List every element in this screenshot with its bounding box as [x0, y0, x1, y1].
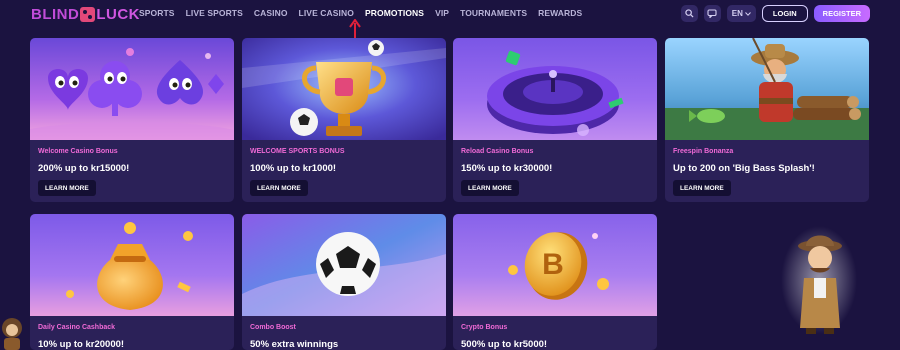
nav-sports[interactable]: SPORTS — [139, 8, 175, 18]
language-label: EN — [731, 9, 743, 18]
promo-category: Combo Boost — [250, 324, 296, 331]
promo-category: Welcome Casino Bonus — [38, 148, 118, 155]
svg-text:B: B — [542, 248, 564, 281]
roulette-wheel-image — [453, 38, 657, 140]
soccer-ball-icon — [316, 232, 380, 296]
football-image — [242, 214, 446, 316]
language-selector[interactable]: EN — [726, 5, 756, 22]
learn-more-button[interactable]: LEARN MORE — [250, 180, 308, 196]
logo-text-right: LUCK — [96, 5, 140, 23]
money-bag-image — [30, 214, 234, 316]
trophy-football-image — [242, 38, 446, 140]
promo-card[interactable]: Welcome Casino Bonus 200% up to kr15000!… — [30, 38, 234, 202]
nav-live-casino[interactable]: LIVE CASINO — [299, 8, 354, 18]
nav-vip[interactable]: VIP — [435, 8, 449, 18]
red-arrow-annotation-icon — [349, 19, 361, 38]
header-actions: EN LOGIN REGISTER — [680, 5, 870, 22]
promo-title: 50% extra winnings — [250, 339, 339, 350]
promo-card[interactable]: Freespin Bonanza Up to 200 on 'Big Bass … — [665, 38, 869, 202]
promo-title: Up to 200 on 'Big Bass Splash'! — [673, 163, 815, 174]
roulette-icon — [487, 66, 619, 134]
support-bot-icon[interactable] — [0, 314, 26, 350]
nav-rewards[interactable]: REWARDS — [538, 8, 582, 18]
promo-title: 500% up to kr5000! — [461, 339, 548, 350]
promo-category: WELCOME SPORTS BONUS — [250, 148, 345, 155]
learn-more-button[interactable]: LEARN MORE — [38, 180, 96, 196]
logo-text-left: BLIND — [31, 5, 80, 23]
bitcoin-coin-image: B — [453, 214, 657, 316]
football-icon — [290, 108, 318, 136]
nav-live-sports[interactable]: LIVE SPORTS — [186, 8, 243, 18]
site-logo[interactable]: BLIND LUCK — [31, 5, 140, 23]
search-button[interactable] — [680, 5, 698, 22]
promo-card[interactable]: Daily Casino Cashback 10% up to kr20000! — [30, 214, 234, 350]
chat-icon — [707, 9, 717, 18]
promo-card[interactable]: Combo Boost 50% extra winnings — [242, 214, 446, 350]
nav-promotions[interactable]: PROMOTIONS — [365, 8, 424, 18]
register-button[interactable]: REGISTER — [813, 5, 870, 22]
promo-category: Reload Casino Bonus — [461, 148, 534, 155]
promo-card[interactable]: B Crypto Bonus 500% up to kr5000! — [453, 214, 657, 350]
promo-card[interactable]: Reload Casino Bonus 150% up to kr30000! … — [453, 38, 657, 202]
learn-more-button[interactable]: LEARN MORE — [673, 180, 731, 196]
detective-mascot-icon — [781, 226, 857, 334]
promo-title: 200% up to kr15000! — [38, 163, 130, 174]
learn-more-button[interactable]: LEARN MORE — [461, 180, 519, 196]
card-suit-characters-image — [30, 38, 234, 140]
search-icon — [685, 9, 694, 18]
promo-category: Freespin Bonanza — [673, 148, 734, 155]
login-button[interactable]: LOGIN — [761, 5, 808, 22]
chat-button[interactable] — [703, 5, 721, 22]
fisherman-image — [665, 38, 869, 140]
promo-category: Crypto Bonus — [461, 324, 508, 331]
promo-category: Daily Casino Cashback — [38, 324, 116, 331]
logo-mark-icon — [80, 6, 96, 22]
main-nav: SPORTS LIVE SPORTS CASINO LIVE CASINO PR… — [139, 8, 593, 18]
top-navigation-bar: BLIND LUCK SPORTS LIVE SPORTS CASINO LIV… — [0, 0, 900, 38]
nav-tournaments[interactable]: TOURNAMENTS — [460, 8, 527, 18]
promo-card[interactable]: WELCOME SPORTS BONUS 100% up to kr1000! … — [242, 38, 446, 202]
chevron-down-icon — [745, 11, 751, 16]
promo-title: 10% up to kr20000! — [38, 339, 125, 350]
nav-casino[interactable]: CASINO — [254, 8, 288, 18]
promo-title: 100% up to kr1000! — [250, 163, 337, 174]
promo-title: 150% up to kr30000! — [461, 163, 553, 174]
